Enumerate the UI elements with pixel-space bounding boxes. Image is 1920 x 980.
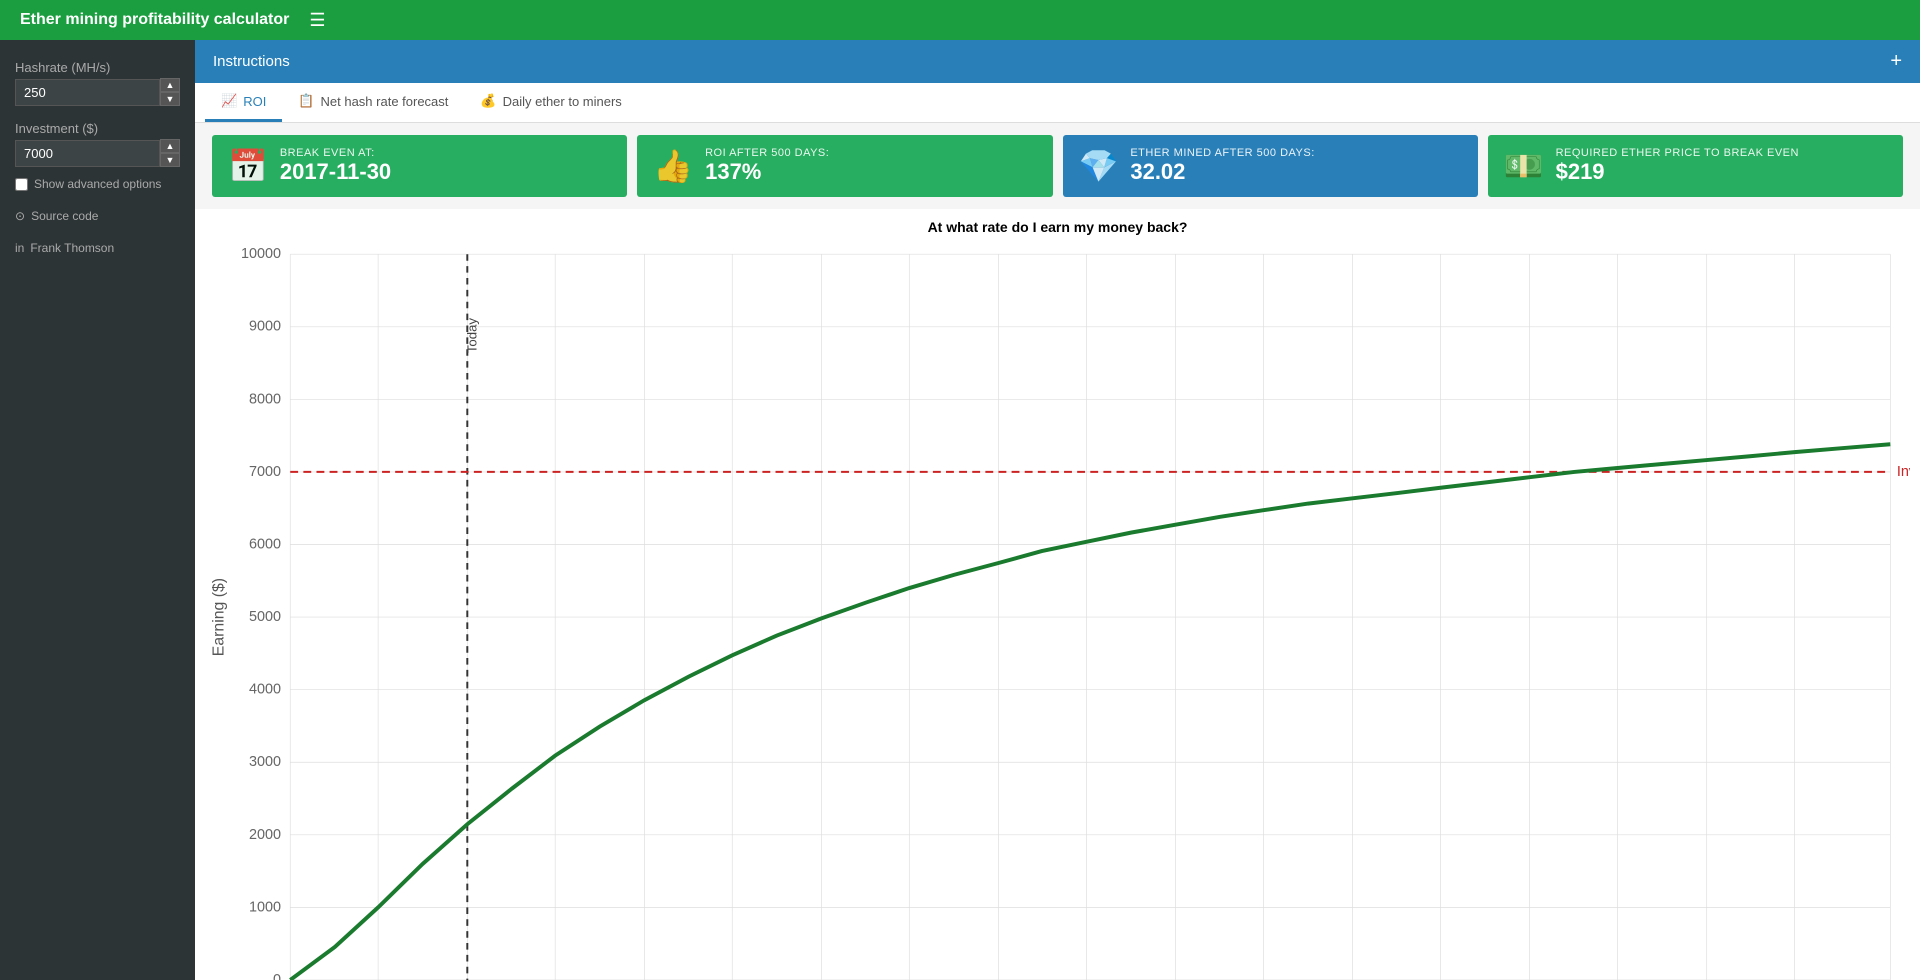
daily-ether-label: Daily ether to miners (503, 94, 622, 109)
stat-card-break-even: 📅 BREAK EVEN AT: 2017-11-30 (212, 135, 627, 197)
roi-text: ROI AFTER 500 DAYS: 137% (705, 147, 829, 185)
ether-mined-icon: 💎 (1079, 147, 1119, 185)
svg-text:1000: 1000 (249, 899, 281, 915)
tab-daily-ether[interactable]: 💰 Daily ether to miners (464, 83, 637, 122)
svg-text:Earning ($): Earning ($) (210, 578, 227, 656)
roi-tab-icon: 📈 (221, 93, 237, 109)
instructions-title: Instructions (213, 53, 290, 70)
hamburger-icon[interactable]: ☰ (309, 10, 325, 31)
stats-row: 📅 BREAK EVEN AT: 2017-11-30 👍 ROI AFTER … (195, 123, 1920, 209)
tabs-bar: 📈 ROI 📋 Net hash rate forecast 💰 Daily e… (195, 83, 1920, 123)
required-price-value: $219 (1556, 159, 1799, 185)
stat-card-required-price: 💵 REQUIRED ETHER PRICE TO BREAK EVEN $21… (1488, 135, 1903, 197)
chart-wrap: 0 1000 2000 3000 4000 5000 6000 7000 800… (205, 241, 1910, 980)
svg-text:0: 0 (273, 972, 281, 980)
show-advanced-label: Show advanced options (34, 177, 161, 191)
hashrate-label: Hashrate (MH/s) (15, 60, 180, 75)
investment-up-btn[interactable]: ▲ (160, 139, 180, 153)
hashrate-input-wrap: ▲ ▼ (15, 78, 180, 106)
svg-text:Today: Today (465, 318, 480, 354)
required-price-icon: 💵 (1504, 147, 1544, 185)
sidebar: Hashrate (MH/s) ▲ ▼ Investment ($) ▲ ▼ (0, 40, 195, 980)
chart-svg: 0 1000 2000 3000 4000 5000 6000 7000 800… (205, 241, 1910, 980)
required-price-label: REQUIRED ETHER PRICE TO BREAK EVEN (1556, 147, 1799, 159)
svg-text:10000: 10000 (241, 246, 281, 262)
expand-icon[interactable]: + (1890, 50, 1902, 73)
svg-text:Investment: Investment (1897, 464, 1910, 480)
hashrate-up-btn[interactable]: ▲ (160, 78, 180, 92)
show-advanced-row[interactable]: Show advanced options (15, 177, 180, 191)
top-nav: Ether mining profitability calculator ☰ (0, 0, 1920, 40)
roi-tab-label: ROI (243, 94, 266, 109)
break-even-icon: 📅 (228, 147, 268, 185)
svg-text:6000: 6000 (249, 536, 281, 552)
investment-spinner: ▲ ▼ (160, 139, 180, 167)
net-hash-icon: 📋 (298, 93, 314, 109)
roi-value: 137% (705, 159, 829, 185)
ether-mined-value: 32.02 (1130, 159, 1314, 185)
svg-text:2000: 2000 (249, 827, 281, 843)
app-title: Ether mining profitability calculator (20, 11, 289, 29)
svg-text:9000: 9000 (249, 319, 281, 335)
stat-card-ether-mined: 💎 ETHER MINED AFTER 500 DAYS: 32.02 (1063, 135, 1478, 197)
tab-net-hash-rate[interactable]: 📋 Net hash rate forecast (282, 83, 464, 122)
ether-mined-label: ETHER MINED AFTER 500 DAYS: (1130, 147, 1314, 159)
svg-text:8000: 8000 (249, 391, 281, 407)
linkedin-icon: in (15, 241, 24, 255)
svg-text:7000: 7000 (249, 464, 281, 480)
chart-title: At what rate do I earn my money back? (205, 219, 1910, 235)
author-link[interactable]: in Frank Thomson (15, 241, 180, 255)
content-area: Instructions + 📈 ROI 📋 Net hash rate for… (195, 40, 1920, 980)
break-even-label: BREAK EVEN AT: (280, 147, 391, 159)
investment-down-btn[interactable]: ▼ (160, 153, 180, 167)
svg-text:4000: 4000 (249, 682, 281, 698)
net-hash-label: Net hash rate forecast (321, 94, 449, 109)
svg-text:3000: 3000 (249, 754, 281, 770)
show-advanced-checkbox[interactable] (15, 178, 28, 191)
source-code-label: Source code (31, 209, 98, 223)
roi-icon: 👍 (653, 147, 693, 185)
required-price-text: REQUIRED ETHER PRICE TO BREAK EVEN $219 (1556, 147, 1799, 185)
daily-ether-icon: 💰 (480, 93, 496, 109)
source-code-icon: ⊙ (15, 209, 25, 223)
investment-input[interactable] (15, 140, 160, 167)
instructions-bar: Instructions + (195, 40, 1920, 83)
investment-section: Investment ($) ▲ ▼ (15, 121, 180, 167)
svg-text:5000: 5000 (249, 609, 281, 625)
tab-roi[interactable]: 📈 ROI (205, 83, 282, 122)
hashrate-section: Hashrate (MH/s) ▲ ▼ (15, 60, 180, 106)
roi-label: ROI AFTER 500 DAYS: (705, 147, 829, 159)
break-even-value: 2017-11-30 (280, 159, 391, 185)
stat-card-roi: 👍 ROI AFTER 500 DAYS: 137% (637, 135, 1052, 197)
hashrate-spinner: ▲ ▼ (160, 78, 180, 106)
author-label: Frank Thomson (30, 241, 114, 255)
main-layout: Hashrate (MH/s) ▲ ▼ Investment ($) ▲ ▼ (0, 40, 1920, 980)
hashrate-down-btn[interactable]: ▼ (160, 92, 180, 106)
break-even-text: BREAK EVEN AT: 2017-11-30 (280, 147, 391, 185)
hashrate-input[interactable] (15, 79, 160, 106)
chart-area: At what rate do I earn my money back? (195, 209, 1920, 980)
investment-input-wrap: ▲ ▼ (15, 139, 180, 167)
source-code-link[interactable]: ⊙ Source code (15, 209, 180, 223)
investment-label: Investment ($) (15, 121, 180, 136)
ether-mined-text: ETHER MINED AFTER 500 DAYS: 32.02 (1130, 147, 1314, 185)
